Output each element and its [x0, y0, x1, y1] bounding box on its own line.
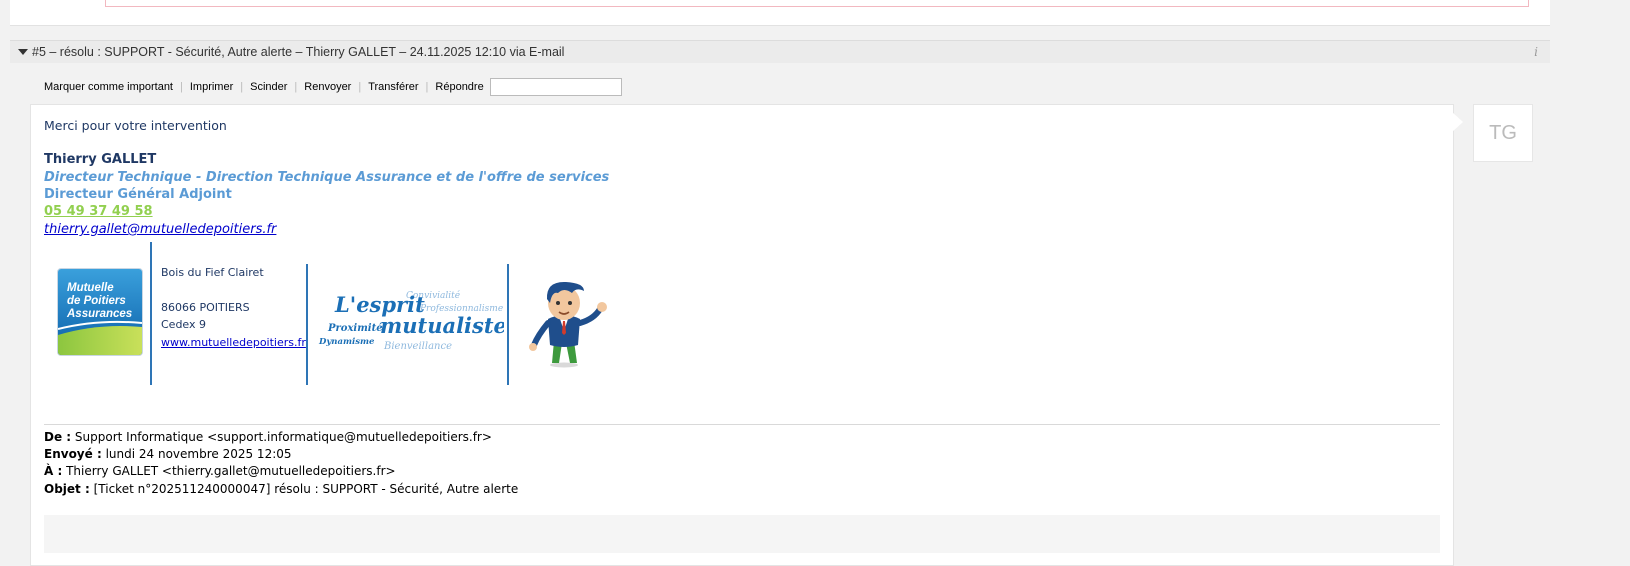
quoted-sent: Envoyé : lundi 24 novembre 2025 12:05 [44, 447, 292, 461]
quote-separator [44, 424, 1440, 425]
slogan-word-bienveillance: Bienveillance [383, 341, 452, 352]
slogan-word-dynamisme: Dynamisme [318, 337, 375, 347]
slogan-mutualiste: mutualiste [380, 313, 504, 338]
quoted-from: De : Support Informatique <support.infor… [44, 430, 492, 444]
quoted-subject-value: [Ticket n°202511240000047] résolu : SUPP… [93, 482, 519, 496]
slogan-image: Convivialité L'esprit Professionnalisme … [318, 290, 504, 352]
previous-message-box [105, 0, 1529, 7]
info-icon[interactable]: i [1534, 45, 1538, 59]
quoted-sent-label: Envoyé : [44, 447, 102, 461]
quoted-to-value: Thierry GALLET <thierry.gallet@mutuelled… [66, 464, 396, 478]
logo-text-line3: Assurances [66, 308, 132, 320]
quoted-from-value: Support Informatique <support.informatiq… [74, 430, 492, 444]
website-link[interactable]: www.mutuelledepoitiers.fr [161, 336, 306, 349]
address-line1: Bois du Fief Clairet [161, 266, 264, 279]
quoted-subject-label: Objet : [44, 482, 90, 496]
toolbar-separator: | [240, 81, 244, 93]
quoted-subject: Objet : [Ticket n°202511240000047] résol… [44, 482, 518, 496]
mutuelle-logo: Mutuelle de Poitiers Assurances [57, 268, 143, 356]
toolbar-separator: | [358, 81, 362, 93]
split-button[interactable]: Scinder [250, 81, 287, 93]
card-notch [1452, 112, 1463, 132]
signature-role-secondary: Directeur Général Adjoint [44, 187, 232, 202]
message-title: #5 – résolu : SUPPORT - Sécurité, Autre … [32, 45, 565, 59]
reply-input[interactable] [489, 78, 622, 96]
reply-button[interactable]: Répondre [435, 81, 483, 93]
quoted-to-label: À : [44, 464, 63, 478]
address-line2: 86066 POITIERS [161, 301, 250, 314]
mark-important-button[interactable]: Marquer comme important [44, 81, 173, 93]
quoted-sent-value: lundi 24 novembre 2025 12:05 [105, 447, 292, 461]
collapse-caret-icon[interactable] [18, 49, 28, 55]
signature-divider [306, 264, 308, 385]
quoted-body [44, 515, 1440, 553]
signature-divider [150, 242, 152, 385]
quoted-from-label: De : [44, 430, 72, 444]
logo-text-line2: de Poitiers [67, 295, 126, 307]
quoted-to: À : Thierry GALLET <thierry.gallet@mutue… [44, 464, 396, 478]
toolbar-separator: | [180, 81, 183, 93]
message-header[interactable]: #5 – résolu : SUPPORT - Sécurité, Autre … [10, 40, 1550, 63]
avatar: TG [1473, 104, 1533, 162]
signature-phone[interactable]: 05 49 37 49 58 [44, 204, 153, 219]
forward-button[interactable]: Transférer [368, 81, 418, 93]
resend-button[interactable]: Renvoyer [304, 81, 351, 93]
mascot-illustration [529, 281, 607, 368]
signature-divider [507, 264, 509, 385]
previous-message [10, 0, 1550, 26]
slogan-word-proximite: Proximité [327, 323, 383, 334]
message-toolbar: Marquer comme important | Imprimer | Sci… [44, 77, 622, 97]
address-line3: Cedex 9 [161, 318, 207, 331]
toolbar-separator: | [294, 81, 298, 93]
logo-text-line1: Mutuelle [67, 282, 114, 294]
print-button[interactable]: Imprimer [190, 81, 233, 93]
signature-name: Thierry GALLET [44, 152, 157, 167]
greeting-text: Merci pour votre intervention [44, 118, 227, 133]
toolbar-separator: | [425, 81, 429, 93]
signature-role-primary: Directeur Technique - Direction Techniqu… [44, 170, 610, 185]
signature-email-link[interactable]: thierry.gallet@mutuelledepoitiers.fr [44, 222, 276, 237]
